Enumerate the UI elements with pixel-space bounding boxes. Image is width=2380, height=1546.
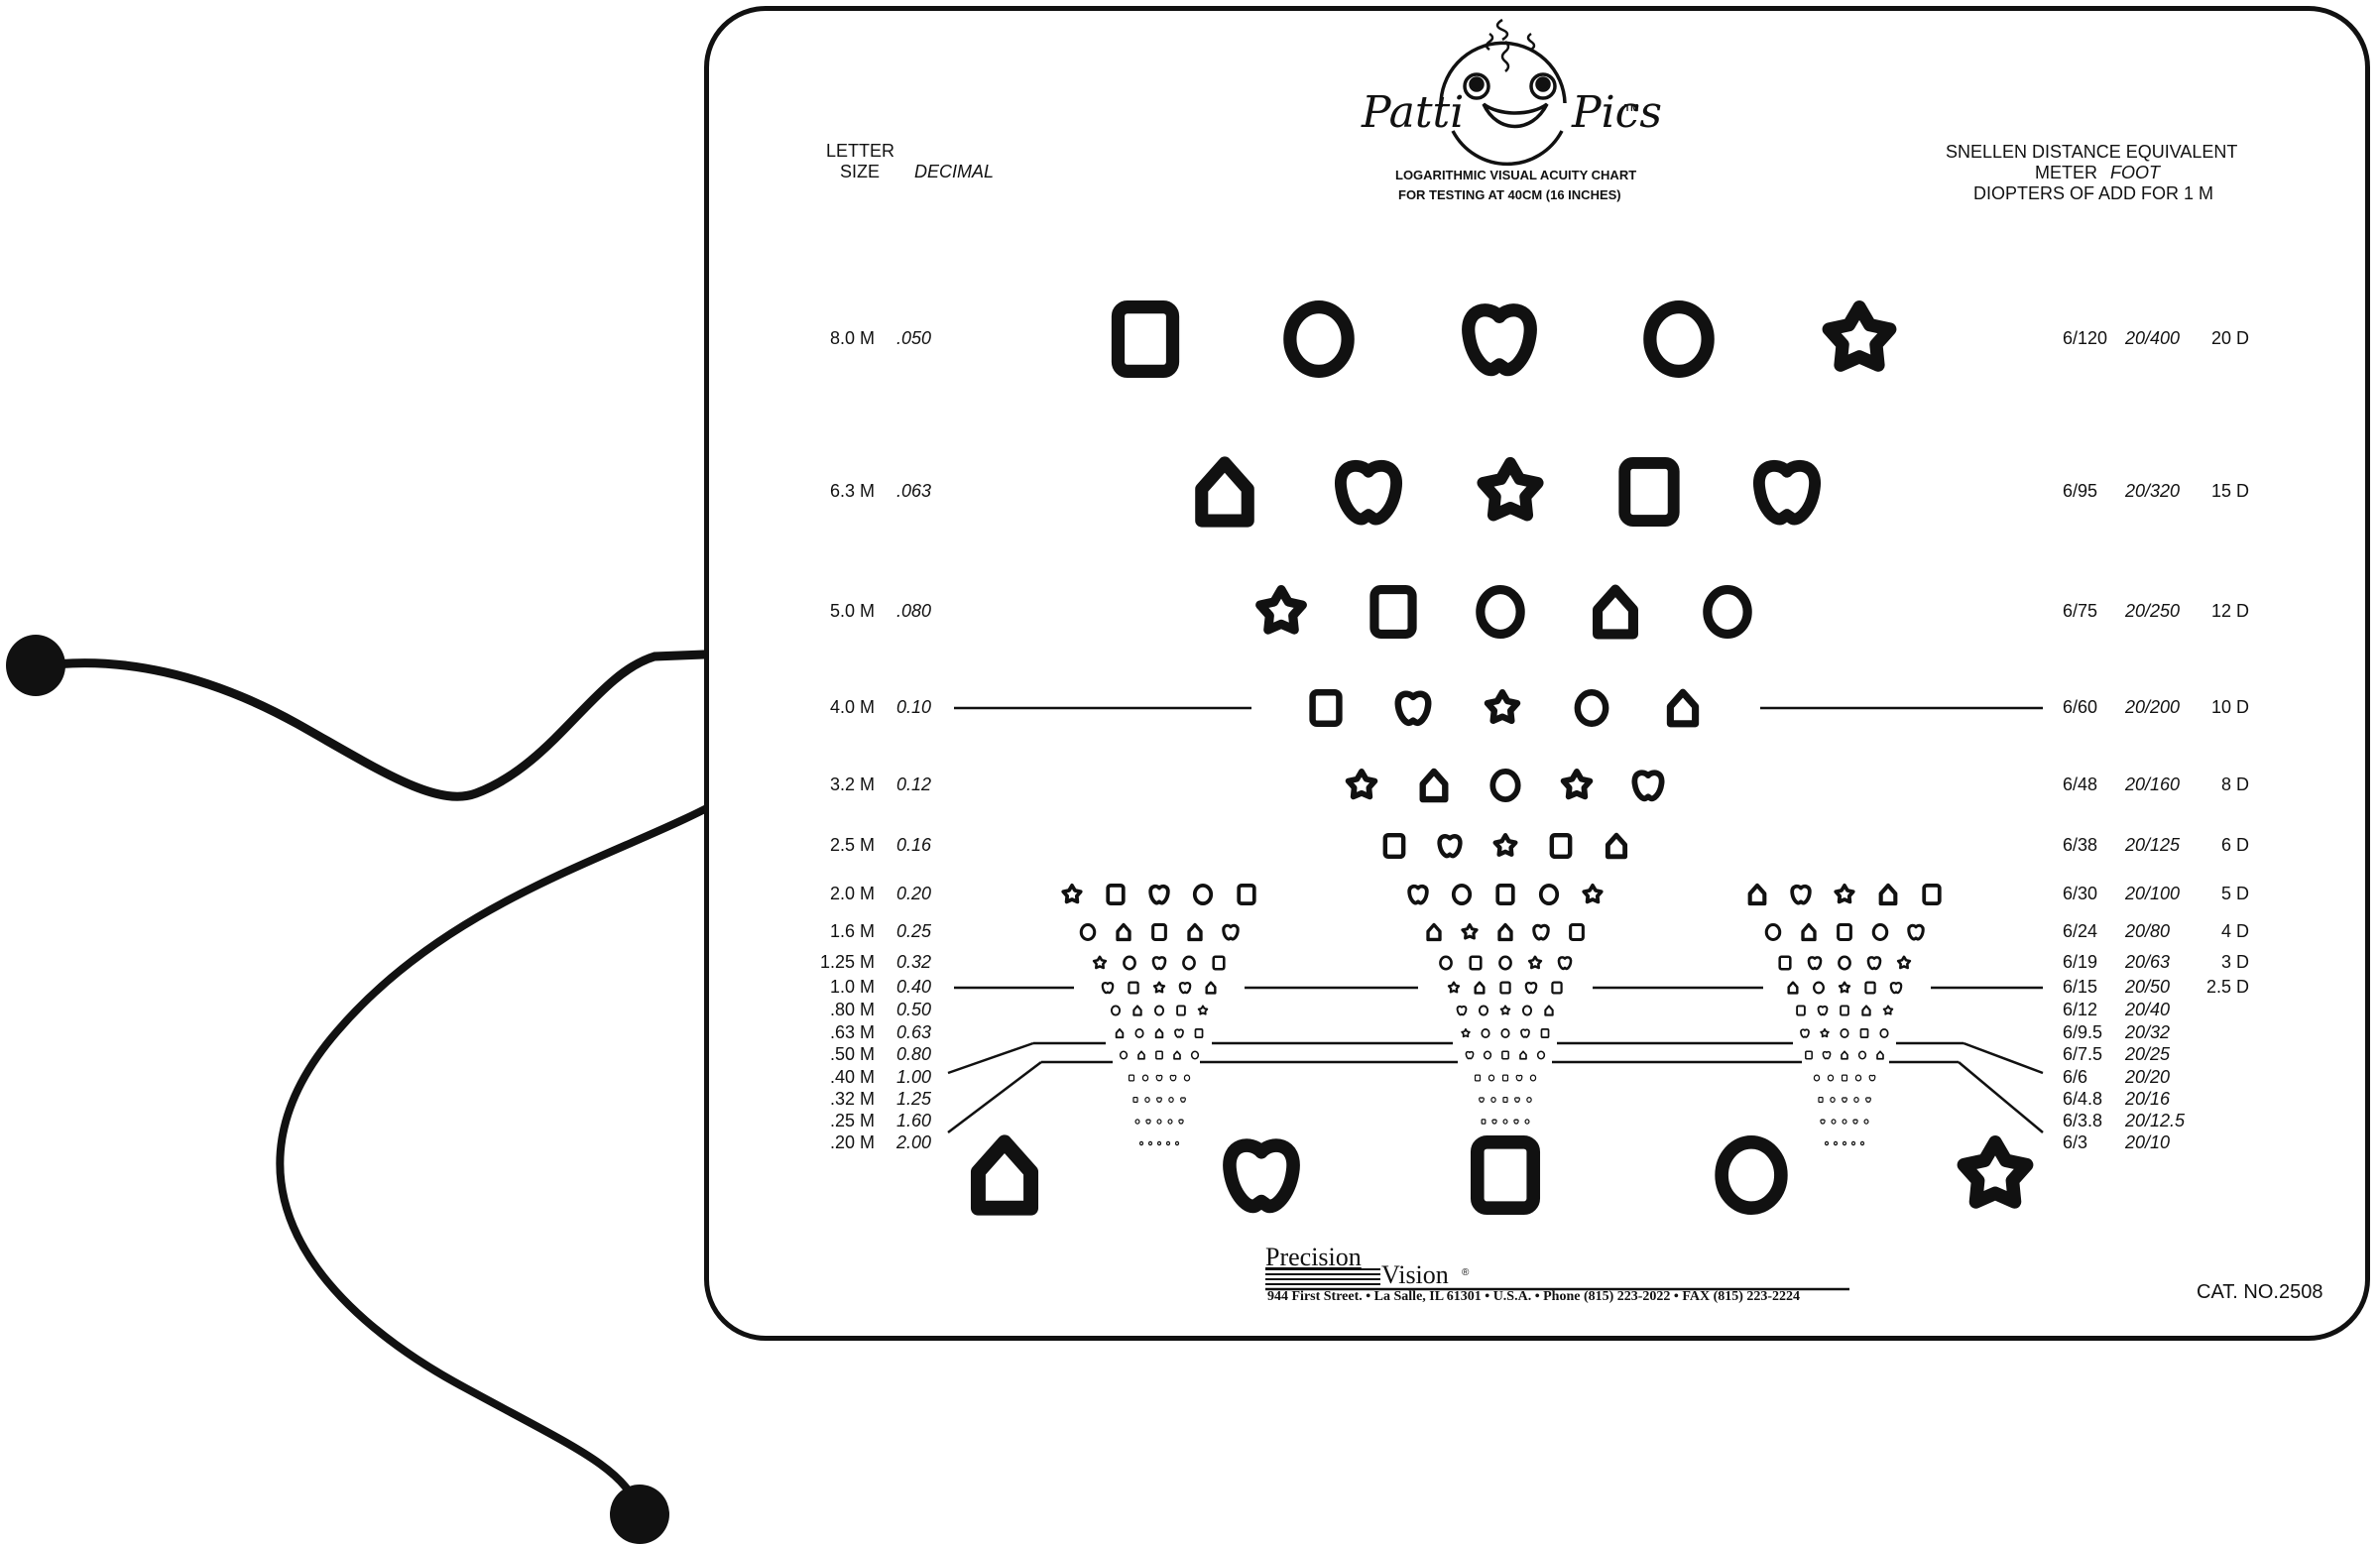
footer-rules — [1265, 1268, 1849, 1291]
stage: Patti Pics TM LOGARITHMIC VISUAL ACUITY … — [0, 0, 2380, 1546]
catalog-number: CAT. NO.2508 — [2197, 1281, 2323, 1303]
company-address: 944 First Street. • La Salle, IL 61301 •… — [1267, 1289, 1801, 1304]
